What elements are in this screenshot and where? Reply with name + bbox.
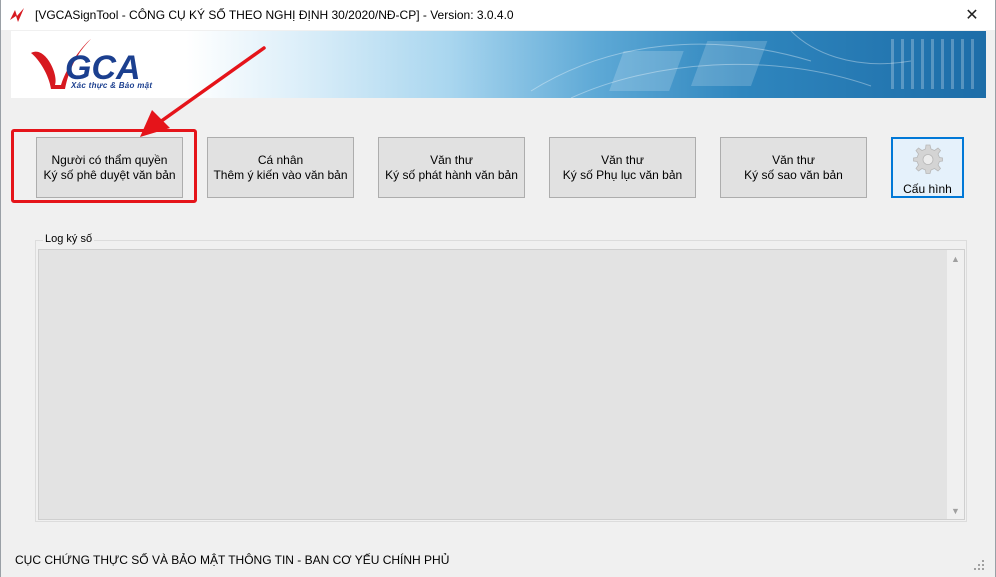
log-scrollbar[interactable]: ▲ ▼: [947, 250, 964, 519]
resize-grip-icon[interactable]: [973, 559, 985, 571]
title-bar: [VGCASignTool - CÔNG CỤ KÝ SỐ THEO NGHỊ …: [1, 0, 995, 30]
personal-comment-button[interactable]: Cá nhân Thêm ý kiến vào văn bản: [207, 137, 354, 198]
button-line1: Văn thư: [601, 152, 644, 167]
button-line2: Thêm ý kiến vào văn bản: [213, 167, 348, 182]
header-banner: GCA Xác thực & Bảo mật: [11, 31, 986, 98]
highlight-box: [11, 129, 197, 203]
button-line2: Ký số phát hành văn bản: [385, 167, 518, 182]
config-button[interactable]: Cấu hình: [891, 137, 964, 198]
app-icon: [10, 8, 24, 22]
button-line1: Văn thư: [772, 152, 815, 167]
window-title: [VGCASignTool - CÔNG CỤ KÝ SỐ THEO NGHỊ …: [35, 8, 514, 22]
button-line2: Ký số Phụ lục văn bản: [562, 167, 683, 182]
clerk-issue-button[interactable]: Văn thư Ký số phát hành văn bản: [378, 137, 525, 198]
clerk-appendix-button[interactable]: Văn thư Ký số Phụ lục văn bản: [549, 137, 696, 198]
footer-text: CỤC CHỨNG THỰC SỐ VÀ BẢO MẬT THÔNG TIN -…: [15, 553, 450, 567]
logo-tagline: Xác thực & Bảo mật: [71, 81, 153, 90]
button-line1: Văn thư: [430, 152, 473, 167]
main-window: [VGCASignTool - CÔNG CỤ KÝ SỐ THEO NGHỊ …: [0, 0, 996, 577]
scroll-down-icon[interactable]: ▼: [947, 502, 964, 519]
scroll-up-icon[interactable]: ▲: [947, 250, 964, 267]
gear-icon: [913, 144, 943, 174]
button-line2: Ký số sao văn bản: [744, 167, 843, 182]
button-line1: Cá nhân: [257, 152, 304, 167]
close-button[interactable]: ✕: [949, 0, 995, 30]
log-label: Log ký số: [43, 233, 95, 245]
log-textarea[interactable]: ▲ ▼: [38, 249, 965, 520]
clerk-copy-button[interactable]: Văn thư Ký số sao văn bản: [720, 137, 867, 198]
close-icon: ✕: [965, 7, 979, 24]
config-label: Cấu hình: [903, 182, 952, 196]
